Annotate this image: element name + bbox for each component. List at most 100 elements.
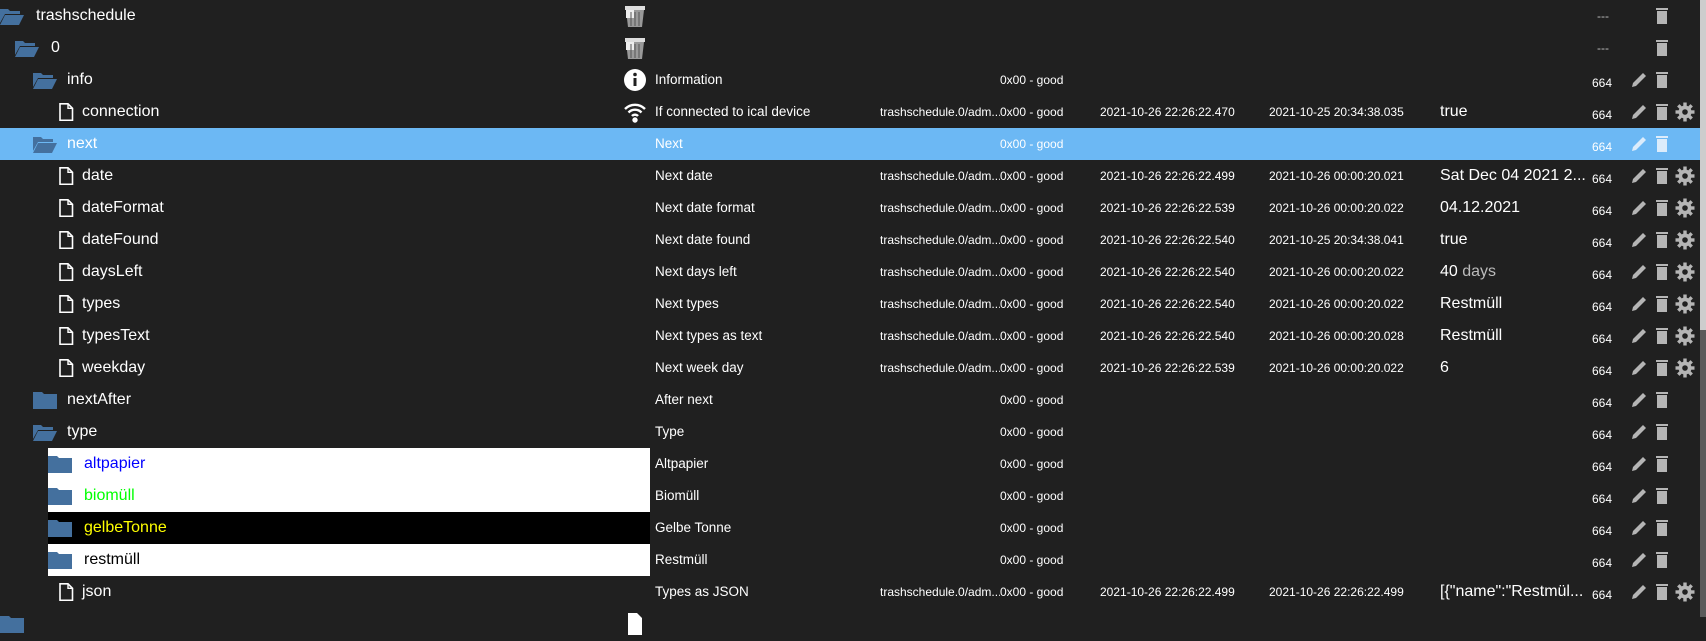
tree-row[interactable]: connection If connected to ical device tra… xyxy=(0,96,1700,128)
gear-icon[interactable] xyxy=(1675,166,1695,186)
trash-bin-image-icon xyxy=(623,36,647,60)
gear-icon[interactable] xyxy=(1675,262,1695,282)
trash-icon[interactable] xyxy=(1652,198,1672,218)
trash-icon[interactable] xyxy=(1652,486,1672,506)
folder-open-icon[interactable] xyxy=(0,7,24,25)
trash-icon[interactable] xyxy=(1652,422,1672,442)
tree-row[interactable]: weekday Next week day trashschedule.0/adm.… xyxy=(0,352,1700,384)
tree-row[interactable]: altpapier Altpapier 0x00 - good 664 xyxy=(0,448,1700,480)
trash-icon[interactable] xyxy=(1652,262,1672,282)
trash-icon[interactable] xyxy=(1652,550,1672,570)
object-value[interactable]: Sat Dec 04 2021 2... xyxy=(1440,160,1585,192)
gear-icon[interactable] xyxy=(1675,326,1695,346)
gear-icon[interactable] xyxy=(1675,294,1695,314)
folder-icon[interactable] xyxy=(48,455,72,473)
file-icon[interactable] xyxy=(54,103,78,122)
folder-icon[interactable] xyxy=(48,487,72,505)
folder-icon[interactable] xyxy=(48,551,72,569)
edit-pencil-icon[interactable] xyxy=(1629,166,1649,186)
tree-row[interactable]: type Type 0x00 - good 664 xyxy=(0,416,1700,448)
trash-icon[interactable] xyxy=(1652,166,1672,186)
tree-row[interactable]: next Next 0x00 - good 664 xyxy=(0,128,1700,160)
file-icon[interactable] xyxy=(54,231,78,250)
edit-pencil-icon[interactable] xyxy=(1629,582,1649,602)
tree-row[interactable]: types Next types trashschedule.0/adm... 0x0… xyxy=(0,288,1700,320)
edit-pencil-icon[interactable] xyxy=(1629,262,1649,282)
trash-icon[interactable] xyxy=(1652,102,1672,122)
folder-open-icon[interactable] xyxy=(15,39,39,57)
tree-row[interactable]: biomüll Biomüll 0x00 - good 664 xyxy=(0,480,1700,512)
edit-pencil-icon[interactable] xyxy=(1629,294,1649,314)
folder-open-icon[interactable] xyxy=(33,135,57,153)
folder-icon[interactable] xyxy=(0,615,24,633)
trash-icon[interactable] xyxy=(1652,134,1672,154)
edit-pencil-icon[interactable] xyxy=(1629,230,1649,250)
object-value[interactable]: 04.12.2021 xyxy=(1440,192,1585,224)
object-value[interactable]: true xyxy=(1440,224,1585,256)
trash-icon[interactable] xyxy=(1652,518,1672,538)
gear-icon[interactable] xyxy=(1675,198,1695,218)
file-icon[interactable] xyxy=(54,583,78,602)
trash-icon[interactable] xyxy=(1652,6,1672,26)
tree-row[interactable]: info Information 0x00 - good 664 xyxy=(0,64,1700,96)
tree-row[interactable]: daysLeft Next days left trashschedule.0/ad… xyxy=(0,256,1700,288)
edit-pencil-icon[interactable] xyxy=(1629,550,1649,570)
folder-open-icon[interactable] xyxy=(33,423,57,441)
last-change: 2021-10-26 00:00:20.022 xyxy=(1269,265,1404,279)
tree-row[interactable]: 0 --- xyxy=(0,32,1700,64)
edit-pencil-icon[interactable] xyxy=(1629,326,1649,346)
folder-icon[interactable] xyxy=(33,391,57,409)
edit-pencil-icon[interactable] xyxy=(1629,518,1649,538)
file-icon[interactable] xyxy=(54,295,78,314)
object-value[interactable]: true xyxy=(1440,96,1585,128)
edit-pencil-icon[interactable] xyxy=(1629,422,1649,442)
quality: 0x00 - good xyxy=(1000,105,1064,119)
gear-icon[interactable] xyxy=(1675,358,1695,378)
tree-row[interactable]: typesText Next types as text trashschedule… xyxy=(0,320,1700,352)
trash-icon[interactable] xyxy=(1652,326,1672,346)
edit-pencil-icon[interactable] xyxy=(1629,134,1649,154)
file-icon[interactable] xyxy=(54,327,78,346)
object-value[interactable]: 6 xyxy=(1440,352,1585,384)
object-value[interactable]: Restmüll xyxy=(1440,288,1585,320)
edit-pencil-icon[interactable] xyxy=(1629,486,1649,506)
trash-icon[interactable] xyxy=(1652,582,1672,602)
edit-pencil-icon[interactable] xyxy=(1629,70,1649,90)
trash-icon[interactable] xyxy=(1652,230,1672,250)
trash-icon[interactable] xyxy=(1652,454,1672,474)
trash-icon[interactable] xyxy=(1652,390,1672,410)
scrollbar[interactable] xyxy=(1700,0,1706,617)
tree-row[interactable] xyxy=(0,608,1700,640)
gear-icon[interactable] xyxy=(1675,230,1695,250)
folder-open-icon[interactable] xyxy=(33,71,57,89)
gear-icon[interactable] xyxy=(1675,582,1695,602)
tree-row[interactable]: json Types as JSON trashschedule.0/adm... 0… xyxy=(0,576,1700,608)
file-icon[interactable] xyxy=(54,263,78,282)
edit-pencil-icon[interactable] xyxy=(1629,390,1649,410)
edit-pencil-icon[interactable] xyxy=(1629,454,1649,474)
tree-row[interactable]: trashschedule --- xyxy=(0,0,1700,32)
file-icon[interactable] xyxy=(54,199,78,218)
quality: 0x00 - good xyxy=(1000,169,1064,183)
tree-row[interactable]: nextAfter After next 0x00 - good 664 xyxy=(0,384,1700,416)
edit-pencil-icon[interactable] xyxy=(1629,198,1649,218)
object-value[interactable]: Restmüll xyxy=(1440,320,1585,352)
trash-icon[interactable] xyxy=(1652,38,1672,58)
file-icon[interactable] xyxy=(54,359,78,378)
scrollbar-thumb[interactable] xyxy=(1700,330,1706,617)
edit-pencil-icon[interactable] xyxy=(1629,102,1649,122)
object-value[interactable]: [{"name":"Restmül... xyxy=(1440,576,1585,608)
object-value[interactable]: 40 days xyxy=(1440,256,1585,288)
gear-icon[interactable] xyxy=(1675,102,1695,122)
tree-row[interactable]: date Next date trashschedule.0/adm... 0x00 … xyxy=(0,160,1700,192)
folder-icon[interactable] xyxy=(48,519,72,537)
edit-pencil-icon[interactable] xyxy=(1629,358,1649,378)
trash-icon[interactable] xyxy=(1652,70,1672,90)
tree-row[interactable]: restmüll Restmüll 0x00 - good 664 xyxy=(0,544,1700,576)
trash-icon[interactable] xyxy=(1652,294,1672,314)
tree-row[interactable]: gelbeTonne Gelbe Tonne 0x00 - good 664 xyxy=(0,512,1700,544)
file-icon[interactable] xyxy=(54,167,78,186)
tree-row[interactable]: dateFound Next date found trashschedule.0/… xyxy=(0,224,1700,256)
tree-row[interactable]: dateFormat Next date format trashschedule.… xyxy=(0,192,1700,224)
trash-icon[interactable] xyxy=(1652,358,1672,378)
